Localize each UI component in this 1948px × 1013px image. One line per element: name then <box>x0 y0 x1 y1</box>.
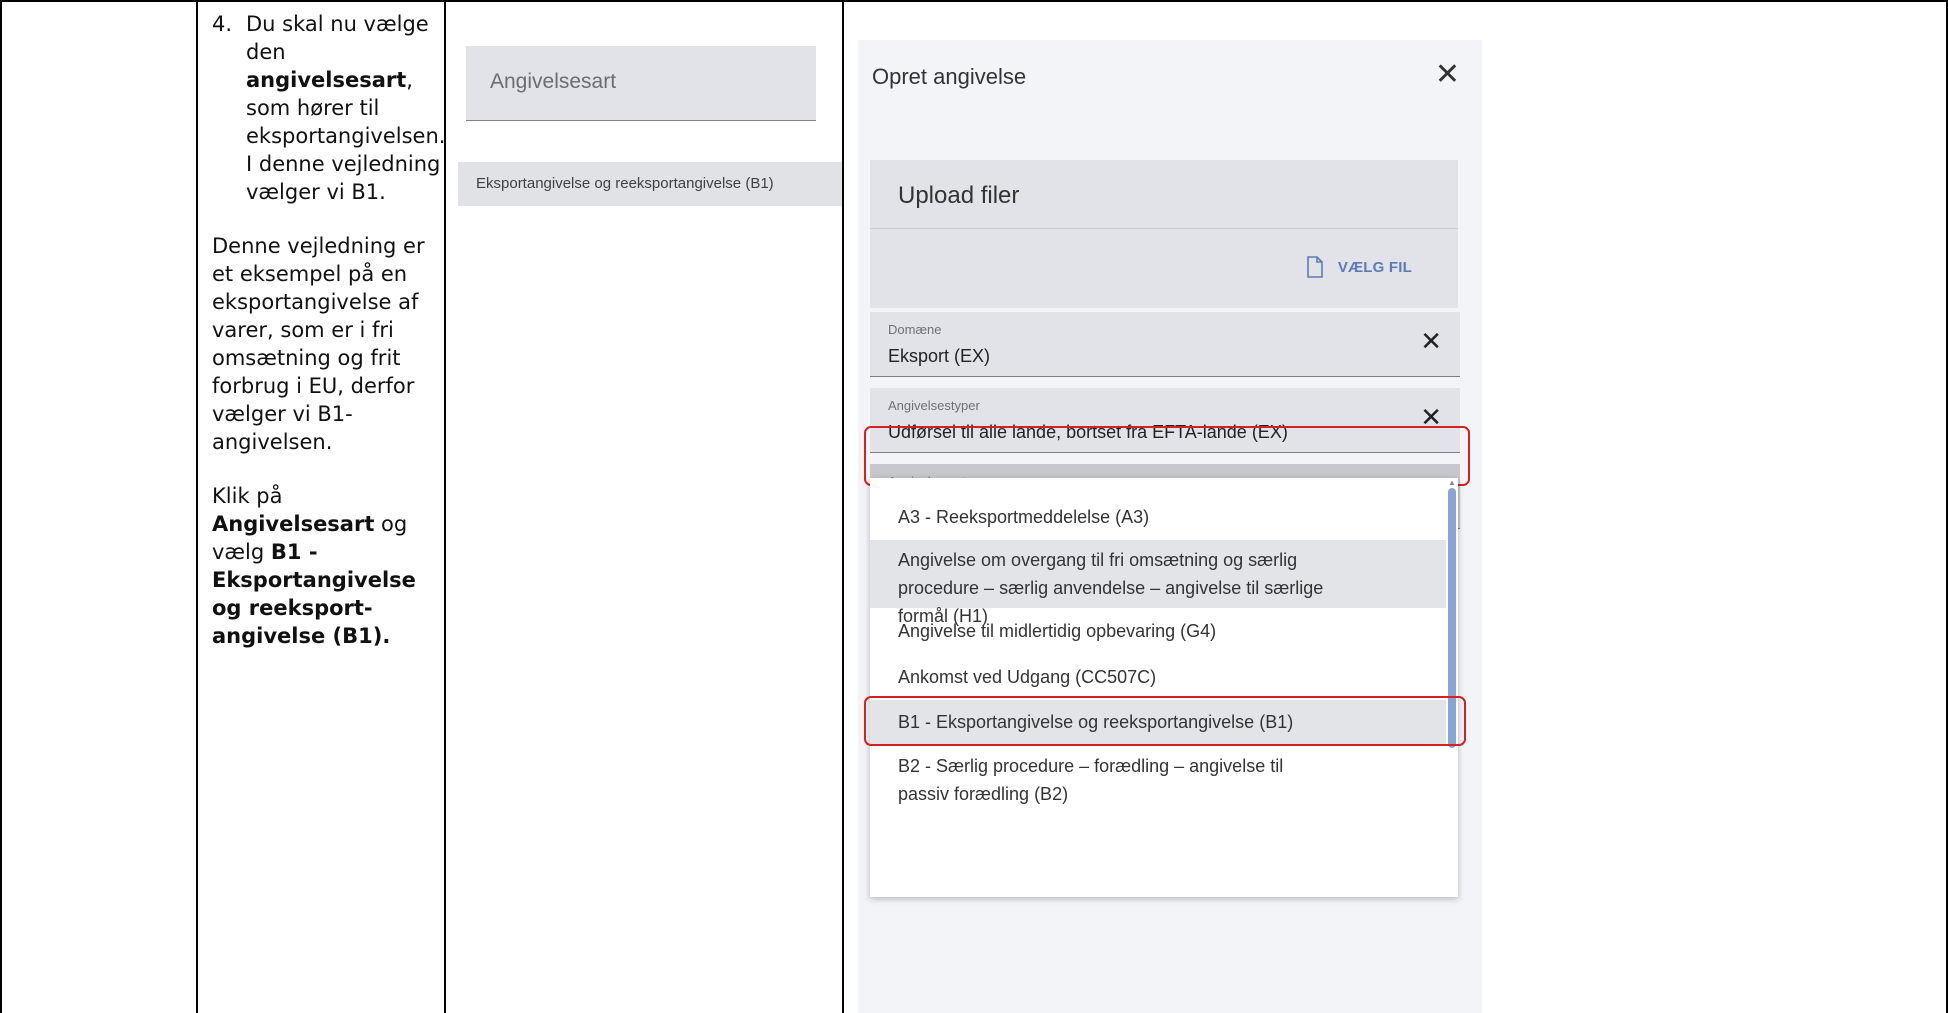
options-dropdown[interactable]: ▲ A3 - Reeksportmeddelelse (A3) Angivels… <box>870 478 1458 897</box>
table-divider-3 <box>842 0 844 1013</box>
clear-icon[interactable]: ✕ <box>1420 328 1442 354</box>
field-value: Eksport (EX) <box>888 346 991 366</box>
table-divider-1 <box>196 0 198 1013</box>
option-label: Eksportangivelse og reeksportangivelse (… <box>476 175 774 192</box>
create-declaration-dialog: Opret angivelse ✕ Upload filer VÆLG FIL … <box>858 40 1482 1013</box>
selected-option-preview[interactable]: Eksportangivelse og reeksportangivelse (… <box>458 162 842 206</box>
paragraph-example: Denne vejledning er et eksempel på en ek… <box>212 234 425 454</box>
close-icon[interactable]: ✕ <box>1435 60 1460 90</box>
field-label: Domæne <box>888 322 942 337</box>
scroll-up-icon[interactable]: ▲ <box>1448 478 1456 487</box>
table-top-border <box>0 0 1948 2</box>
option-h1[interactable]: Angivelse om overgang til fri omsætning … <box>870 540 1446 626</box>
field-placeholder: Angivelsesart <box>490 70 617 93</box>
step-text: Du skal nu vælge den angivelsesart, som … <box>246 12 446 204</box>
angivelsesart-field-preview[interactable]: Angivelsesart <box>466 46 816 121</box>
option-g4[interactable]: Angivelse til midlertidig opbevaring (G4… <box>870 608 1446 654</box>
table-border-left <box>0 0 2 1013</box>
option-b2[interactable]: B2 - Særlig procedure – forædling – angi… <box>870 746 1446 816</box>
paragraph-click: Klik på Angivelsesart og vælg B1 - Ekspo… <box>212 484 416 648</box>
step-item: 4. Du skal nu vælge den angivelsesart, s… <box>212 10 446 206</box>
choose-file-label: VÆLG FIL <box>1337 258 1412 276</box>
option-a3[interactable]: A3 - Reeksportmeddelelse (A3) <box>870 494 1446 540</box>
file-icon <box>1307 256 1323 278</box>
highlight-box-field <box>864 426 1470 486</box>
choose-file-button[interactable]: VÆLG FIL <box>1306 256 1412 278</box>
instruction-text: 4. Du skal nu vælge den angivelsesart, s… <box>212 10 446 650</box>
upload-panel: Upload filer VÆLG FIL <box>870 160 1458 308</box>
upload-title: Upload filer <box>898 182 1020 209</box>
option-cc507c[interactable]: Ankomst ved Udgang (CC507C) <box>870 654 1446 700</box>
field-label: Angivelsestyper <box>888 398 980 413</box>
upload-header: Upload filer <box>870 160 1458 229</box>
highlight-box-option <box>864 696 1466 746</box>
domain-field[interactable]: Domæne Eksport (EX) ✕ <box>870 312 1460 377</box>
dialog-title: Opret angivelse <box>872 64 1027 89</box>
step-number: 4. <box>212 12 233 36</box>
